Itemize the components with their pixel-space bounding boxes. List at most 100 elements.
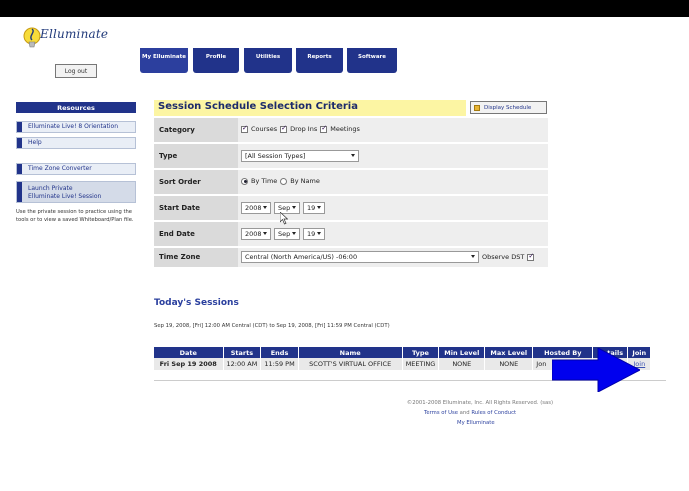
column-header: Type (402, 347, 440, 358)
logout-button[interactable]: Log out (55, 64, 97, 78)
resources-heading: Resources (16, 102, 136, 113)
sidebar-item-marker (17, 182, 22, 202)
pointer-arrow-icon (552, 348, 640, 392)
chevron-down-icon (471, 255, 475, 258)
end-month-value: Sep (278, 230, 291, 238)
session-end: 11:59 PM (260, 358, 299, 370)
type-control: [All Session Types] (241, 150, 359, 162)
criteria-row-time-zone: Time Zone Central (North America/US) -06… (154, 248, 548, 268)
sort-by-time-radio[interactable] (241, 177, 248, 185)
chevron-down-icon (292, 232, 296, 235)
column-header: Name (298, 347, 403, 358)
end-month-select[interactable]: Sep (274, 228, 300, 240)
tab-reports[interactable]: Reports (296, 48, 343, 73)
sidebar-item-marker (17, 164, 22, 174)
my-elluminate-link[interactable]: My Elluminate (457, 420, 495, 426)
display-icon (474, 104, 480, 111)
tab-utilities[interactable]: Utilities (244, 48, 292, 73)
sidebar-item-label: Time Zone Converter (28, 165, 92, 172)
courses-label: Courses (251, 125, 278, 133)
session-date: Fri Sep 19 2008 (154, 358, 224, 370)
start-day-value: 19 (307, 204, 316, 212)
sidebar-item-label: Help (28, 139, 42, 146)
footer-terms-row: Terms of Use and Rules of Conduct (424, 410, 516, 416)
drop-ins-checkbox[interactable] (280, 124, 288, 133)
mouse-cursor-icon (280, 212, 288, 225)
tab-profile[interactable]: Profile (193, 48, 239, 73)
session-max-level: NONE (484, 358, 534, 370)
start-date-label: Start Date (154, 196, 238, 220)
end-date-label: End Date (154, 222, 238, 246)
criteria-row-start-date: Start Date 2008 Sep 19 (154, 196, 548, 221)
meetings-label: Meetings (330, 125, 360, 133)
display-schedule-label: Display Schedule (484, 104, 532, 111)
sidebar-item-marker (17, 138, 22, 148)
column-header: Date (154, 347, 224, 358)
sort-by-time-label: By Time (251, 177, 278, 185)
chevron-down-icon (351, 154, 355, 157)
end-year-value: 2008 (245, 230, 262, 238)
sidebar-item-label: Elluminate Live! 8 Orientation (28, 123, 119, 130)
tab-software[interactable]: Software (347, 48, 397, 73)
start-day-select[interactable]: 19 (303, 202, 325, 214)
category-options: Courses Drop Ins Meetings (241, 124, 360, 133)
type-select[interactable]: [All Session Types] (241, 150, 359, 162)
drop-ins-label: Drop Ins (290, 125, 318, 133)
rules-of-conduct-link[interactable]: Rules of Conduct (471, 410, 516, 416)
sidebar-item-label: Elluminate Live! Session (28, 193, 102, 200)
time-zone-controls: Central (North America/US) -06:00 Observ… (241, 251, 535, 263)
start-month-value: Sep (278, 204, 291, 212)
criteria-row-sort: Sort Order By Time By Name (154, 170, 548, 195)
criteria-row-type: Type [All Session Types] (154, 144, 548, 169)
chevron-down-icon (263, 206, 267, 209)
sidebar-item-label: Launch Private (28, 185, 73, 192)
start-year-select[interactable]: 2008 (241, 202, 271, 214)
sidebar-note: Use the private session to practice usin… (16, 209, 134, 223)
page-title: Session Schedule Selection Criteria (154, 100, 466, 116)
column-header: Min Level (438, 347, 486, 358)
criteria-row-category: Category Courses Drop Ins Meetings (154, 118, 548, 143)
observe-dst-checkbox[interactable] (527, 252, 535, 261)
top-black-bar (0, 0, 689, 17)
sidebar-item-launch-private-session[interactable]: Launch Private Elluminate Live! Session (16, 181, 136, 203)
start-year-value: 2008 (245, 204, 262, 212)
sort-order-label: Sort Order (154, 170, 238, 194)
tab-my-elluminate[interactable]: My Elluminate (140, 48, 188, 73)
session-range-text: Sep 19, 2008, [Fri] 12:00 AM Central (CD… (154, 323, 390, 329)
sidebar-item-help[interactable]: Help (16, 137, 136, 149)
session-name: SCOTT'S VIRTUAL OFFICE (298, 358, 403, 370)
observe-dst-label: Observe DST (482, 253, 525, 261)
chevron-down-icon (263, 232, 267, 235)
time-zone-value: Central (North America/US) -06:00 (245, 253, 358, 261)
end-date-controls: 2008 Sep 19 (241, 228, 325, 240)
display-schedule-button[interactable]: Display Schedule (470, 101, 547, 114)
sidebar-item-time-zone-converter[interactable]: Time Zone Converter (16, 163, 136, 175)
logo-text: Elluminate (40, 27, 109, 41)
time-zone-label: Time Zone (154, 248, 238, 267)
meetings-checkbox[interactable] (320, 124, 328, 133)
session-min-level: NONE (438, 358, 486, 370)
type-label: Type (154, 144, 238, 168)
category-label: Category (154, 118, 238, 142)
time-zone-select[interactable]: Central (North America/US) -06:00 (241, 251, 479, 263)
session-start: 12:00 AM (223, 358, 262, 370)
chevron-down-icon (317, 206, 321, 209)
type-select-value: [All Session Types] (245, 152, 306, 160)
chevron-down-icon (317, 232, 321, 235)
end-day-select[interactable]: 19 (303, 228, 325, 240)
chevron-down-icon (292, 206, 296, 209)
screen: Elluminate Log out My Elluminate Profile… (0, 0, 689, 491)
column-header: Starts (223, 347, 262, 358)
criteria-row-end-date: End Date 2008 Sep 19 (154, 222, 548, 247)
sort-options: By Time By Name (241, 177, 320, 185)
todays-sessions-title: Today's Sessions (154, 298, 239, 308)
terms-of-use-link[interactable]: Terms of Use (424, 410, 458, 416)
session-type: MEETING (402, 358, 440, 370)
end-year-select[interactable]: 2008 (241, 228, 271, 240)
courses-checkbox[interactable] (241, 124, 248, 133)
footer-copyright: ©2001-2008 Elluminate, Inc. All Rights R… (406, 400, 554, 406)
sort-by-name-label: By Name (290, 177, 320, 185)
sidebar-item-orientation[interactable]: Elluminate Live! 8 Orientation (16, 121, 136, 133)
sidebar-item-marker (17, 122, 22, 132)
sort-by-name-radio[interactable] (280, 177, 288, 185)
